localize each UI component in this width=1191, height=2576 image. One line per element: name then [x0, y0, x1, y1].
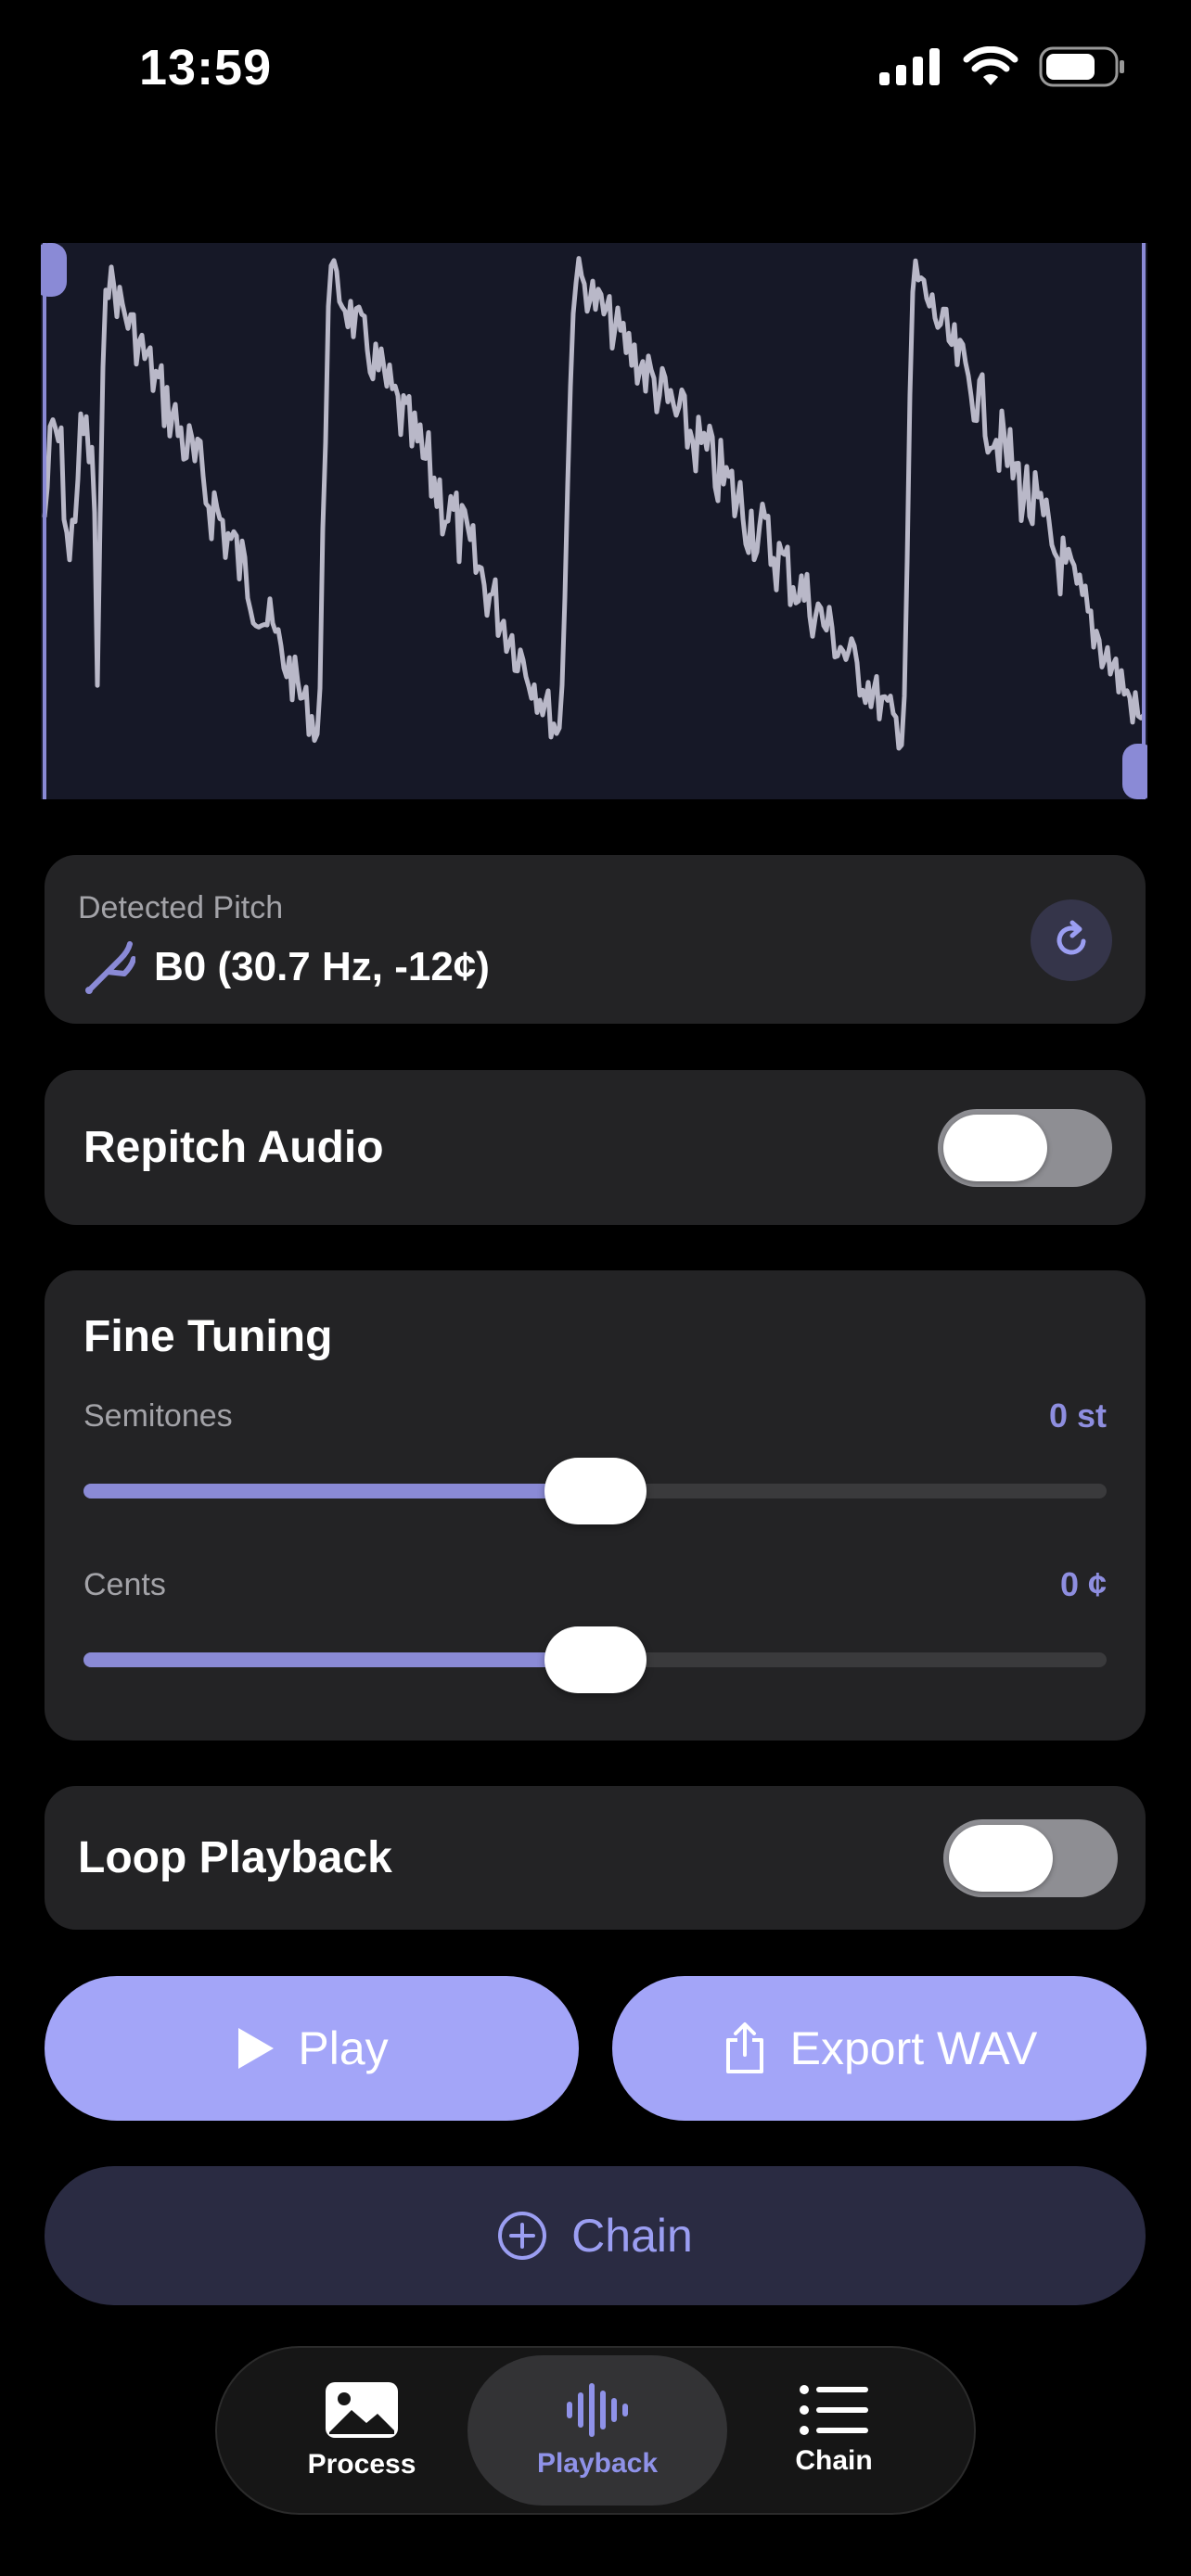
- loop-toggle[interactable]: [943, 1819, 1118, 1897]
- semitones-value: 0 st: [1048, 1396, 1107, 1435]
- tab-bar: Process Playback Chain: [215, 2346, 976, 2515]
- status-time: 13:59: [139, 40, 273, 96]
- refresh-icon: [1057, 920, 1086, 955]
- share-icon: [725, 2022, 763, 2073]
- cents-slider-thumb[interactable]: [544, 1626, 647, 1693]
- tab-chain[interactable]: Chain: [704, 2355, 964, 2506]
- add-to-chain-button[interactable]: Chain: [45, 2166, 1146, 2305]
- cents-slider-fill: [83, 1652, 596, 1667]
- repitch-toggle-knob: [943, 1115, 1047, 1181]
- add-to-chain-label: Chain: [571, 2210, 693, 2262]
- tuning-fork-icon: [85, 941, 135, 994]
- play-button[interactable]: Play: [45, 1976, 579, 2121]
- redetect-button[interactable]: [1031, 899, 1112, 981]
- cents-value: 0 ¢: [1059, 1565, 1107, 1603]
- wifi-icon: [963, 46, 1018, 85]
- fine-tuning-card: Fine Tuning Semitones 0 st Cents 0 ¢: [45, 1270, 1146, 1741]
- battery-icon: [1039, 46, 1124, 87]
- waveform-icon: [567, 2383, 628, 2437]
- playback-screen: 13:59 Detected Pitch B0 (30.7 Hz, -12¢) …: [0, 0, 1191, 2576]
- tab-process-label: Process: [307, 2449, 416, 2480]
- detected-pitch-label: Detected Pitch: [78, 890, 284, 925]
- semitones-label: Semitones: [83, 1398, 233, 1434]
- list-icon: [800, 2385, 868, 2435]
- plus-circle-icon: [498, 2212, 547, 2260]
- tab-playback-label: Playback: [536, 2448, 659, 2479]
- waveform-view[interactable]: [41, 243, 1147, 799]
- loop-toggle-knob: [949, 1825, 1053, 1892]
- cellular-signal-icon: [879, 48, 940, 85]
- detected-pitch-value: B0 (30.7 Hz, -12¢): [154, 944, 490, 989]
- loop-card: Loop Playback: [45, 1786, 1146, 1930]
- loop-label: Loop Playback: [78, 1833, 392, 1882]
- semitones-slider-fill: [83, 1484, 596, 1498]
- tab-process[interactable]: Process: [232, 2355, 492, 2506]
- repitch-toggle[interactable]: [938, 1109, 1112, 1187]
- photo-icon: [326, 2382, 398, 2438]
- semitones-slider-thumb[interactable]: [544, 1458, 647, 1524]
- waveform-line: [42, 256, 1146, 751]
- repitch-card: Repitch Audio: [45, 1070, 1146, 1225]
- trim-start-handle[interactable]: [41, 243, 67, 297]
- cents-label: Cents: [83, 1567, 166, 1602]
- fine-tuning-title: Fine Tuning: [83, 1312, 333, 1361]
- detected-pitch-card: Detected Pitch B0 (30.7 Hz, -12¢): [45, 855, 1146, 1024]
- repitch-label: Repitch Audio: [83, 1123, 384, 1172]
- play-icon: [238, 2028, 275, 2069]
- status-icons: [879, 46, 1126, 87]
- export-wav-label: Export WAV: [789, 2022, 1038, 2074]
- play-label: Play: [298, 2022, 389, 2074]
- tab-chain-label: Chain: [795, 2445, 873, 2476]
- trim-end-handle[interactable]: [1122, 744, 1147, 799]
- export-wav-button[interactable]: Export WAV: [612, 1976, 1146, 2121]
- waveform-plot: [41, 243, 1147, 799]
- cents-slider[interactable]: [83, 1626, 1107, 1693]
- semitones-slider[interactable]: [83, 1458, 1107, 1524]
- tab-playback[interactable]: Playback: [467, 2355, 727, 2506]
